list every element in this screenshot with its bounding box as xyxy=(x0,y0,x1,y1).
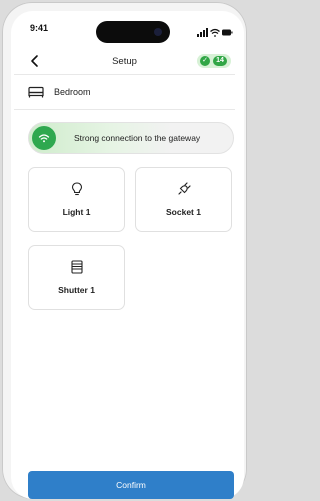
plug-icon xyxy=(136,182,231,196)
camera-icon xyxy=(154,28,162,36)
status-icons xyxy=(197,25,233,37)
battery-icon xyxy=(222,29,233,36)
bed-icon xyxy=(28,86,44,98)
badge-count: 14 xyxy=(213,56,227,66)
divider xyxy=(14,109,235,110)
check-icon: ✓ xyxy=(200,56,210,66)
signal-icon xyxy=(197,28,208,37)
device-card-socket[interactable]: Socket 1 xyxy=(135,167,232,232)
room-selector[interactable]: Bedroom xyxy=(28,85,91,99)
device-card-light[interactable]: Light 1 xyxy=(28,167,125,232)
connection-text: Strong connection to the gateway xyxy=(74,133,201,143)
status-time: 9:41 xyxy=(30,23,49,33)
connection-status: Strong connection to the gateway xyxy=(28,122,234,154)
device-label: Socket 1 xyxy=(166,207,201,217)
wifi-icon xyxy=(210,28,220,37)
confirm-button[interactable]: Confirm xyxy=(28,471,234,499)
lightbulb-icon xyxy=(29,182,124,196)
device-card-shutter[interactable]: Shutter 1 xyxy=(28,245,125,310)
status-badge[interactable]: ✓ 14 xyxy=(197,54,231,68)
connection-indicator xyxy=(32,126,56,150)
room-name: Bedroom xyxy=(54,87,91,97)
device-label: Shutter 1 xyxy=(58,285,95,295)
dynamic-island xyxy=(96,21,170,43)
wifi-icon xyxy=(38,134,50,143)
divider xyxy=(14,74,235,75)
shutter-icon xyxy=(29,260,124,274)
device-label: Light 1 xyxy=(62,207,91,217)
